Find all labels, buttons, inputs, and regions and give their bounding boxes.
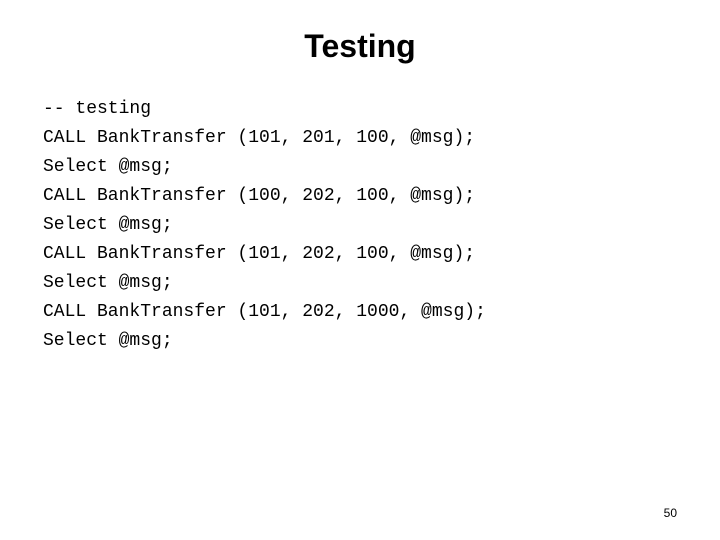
code-comment-line: -- testing bbox=[43, 99, 152, 119]
code-line-call: CALL BankTransfer (101, 202, 1000, @msg)… bbox=[43, 302, 486, 322]
code-line-select: Select @msg; bbox=[43, 331, 173, 351]
code-line-call: CALL BankTransfer (101, 201, 100, @msg); bbox=[43, 128, 476, 148]
code-block: -- testing CALL BankTransfer (101, 201, … bbox=[43, 95, 486, 356]
slide: Testing -- testing CALL BankTransfer (10… bbox=[0, 0, 720, 540]
code-line-select: Select @msg; bbox=[43, 157, 173, 177]
slide-title: Testing bbox=[304, 28, 416, 64]
code-line-call: CALL BankTransfer (101, 202, 100, @msg); bbox=[43, 244, 476, 264]
code-line-select: Select @msg; bbox=[43, 215, 173, 235]
page-number: 50 bbox=[663, 506, 677, 520]
code-line-select: Select @msg; bbox=[43, 273, 173, 293]
code-line-call: CALL BankTransfer (100, 202, 100, @msg); bbox=[43, 186, 476, 206]
